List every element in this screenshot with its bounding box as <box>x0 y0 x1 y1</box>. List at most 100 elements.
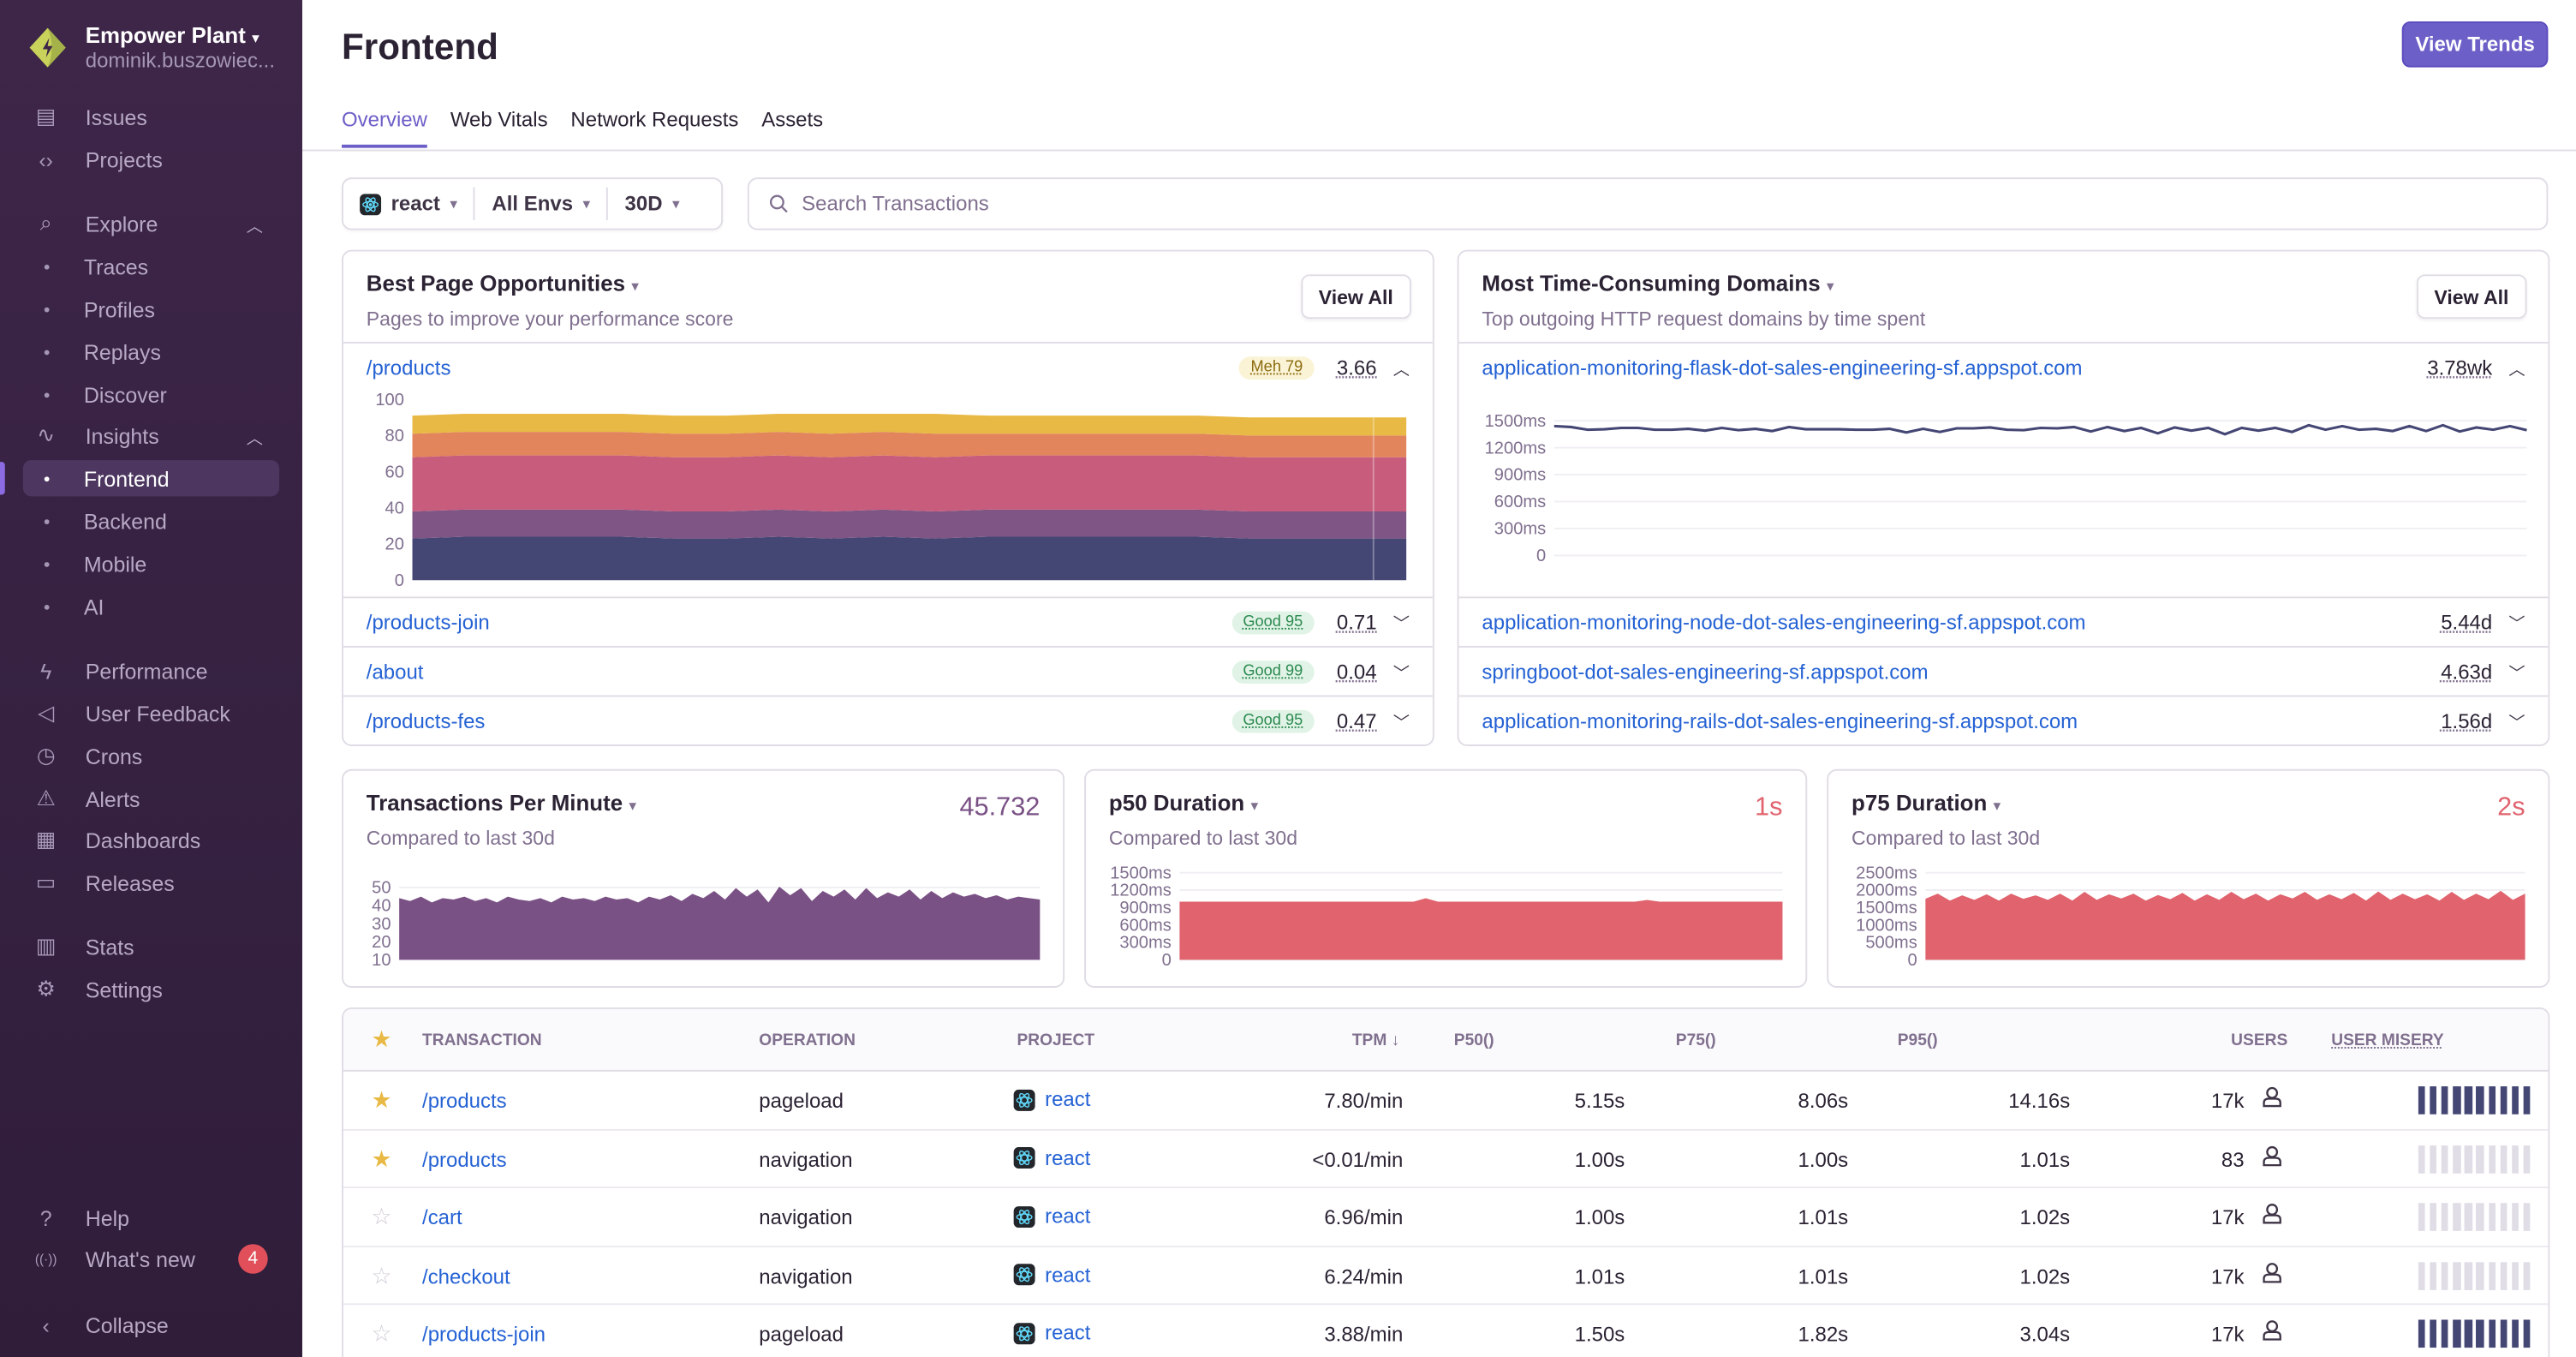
sidebar-item-traces[interactable]: Traces <box>23 248 279 284</box>
page-link[interactable]: /products <box>367 356 451 379</box>
transaction-link[interactable]: /products <box>422 1090 507 1113</box>
col-user-misery[interactable]: USER MISERY <box>2331 1032 2443 1050</box>
col-p75[interactable]: P75() <box>1676 1032 1716 1050</box>
star-filled-icon[interactable]: ★ <box>372 1086 392 1115</box>
project-selector[interactable]: react ▾ <box>343 179 474 229</box>
project-link[interactable]: react <box>1013 1321 1090 1344</box>
page-link[interactable]: /products-join <box>367 611 490 634</box>
view-trends-button[interactable]: View Trends <box>2401 21 2549 68</box>
misery-segment <box>2500 1086 2507 1115</box>
view-all-button[interactable]: View All <box>2416 274 2527 320</box>
sidebar-item-user-feedback[interactable]: ◁ User Feedback <box>23 695 279 731</box>
star-outline-icon[interactable]: ☆ <box>372 1261 392 1289</box>
page-link[interactable]: /products-fes <box>367 709 486 732</box>
col-tpm[interactable]: TPM ↓ <box>1352 1032 1399 1050</box>
col-transaction[interactable]: TRANSACTION <box>422 1032 542 1050</box>
sidebar-item-profiles[interactable]: Profiles <box>23 291 279 327</box>
project-link[interactable]: react <box>1013 1146 1090 1169</box>
sidebar-item-issues[interactable]: ▤ Issues <box>23 99 279 135</box>
chevron-up-icon[interactable]: ︿ <box>1393 355 1410 380</box>
score-badge: Meh 79 <box>1239 356 1315 380</box>
chevron-down-icon[interactable]: ▾ <box>629 797 636 813</box>
star-outline-icon[interactable]: ☆ <box>372 1319 392 1348</box>
sidebar-item-explore[interactable]: ⌕ Explore ︿ <box>23 206 279 242</box>
page-row[interactable]: /products-fes Good 95 0.47 ﹀ <box>343 695 1433 744</box>
transaction-link[interactable]: /cart <box>422 1206 462 1229</box>
page-row[interactable]: /products-join Good 95 0.71 ﹀ <box>343 596 1433 646</box>
sidebar-item-projects[interactable]: ‹› Projects <box>23 141 279 177</box>
transaction-link[interactable]: /products-join <box>422 1323 546 1346</box>
view-all-button[interactable]: View All <box>1300 274 1411 320</box>
domain-link[interactable]: application-monitoring-rails-dot-sales-e… <box>1482 709 2078 732</box>
domain-link[interactable]: application-monitoring-flask-dot-sales-e… <box>1482 356 2082 379</box>
sidebar-item-performance[interactable]: ϟ Performance <box>23 653 279 689</box>
star-filled-icon[interactable]: ★ <box>372 1145 392 1173</box>
sidebar-item-crons[interactable]: ◷ Crons <box>23 738 279 774</box>
project-link[interactable]: react <box>1013 1205 1090 1228</box>
sidebar-item-collapse[interactable]: ‹ Collapse <box>23 1306 279 1342</box>
sidebar-item-alerts[interactable]: ⚠ Alerts <box>23 780 279 816</box>
chevron-down-icon[interactable]: ▾ <box>1250 797 1258 813</box>
environment-selector[interactable]: All Envs ▾ <box>474 187 606 221</box>
chevron-down-icon[interactable]: ﹀ <box>1393 610 1410 634</box>
sidebar-item-backend[interactable]: Backend <box>23 503 279 539</box>
table-row[interactable]: ★ /products pageload react 7.80/min 5.15s 8.06… <box>343 1072 2549 1130</box>
chevron-down-icon[interactable]: ﹀ <box>2508 708 2525 733</box>
tab-assets[interactable]: Assets <box>761 109 823 148</box>
page-link[interactable]: /about <box>367 660 424 683</box>
sidebar-item-replays[interactable]: Replays <box>23 333 279 369</box>
page-row[interactable]: /about Good 99 0.04 ﹀ <box>343 645 1433 696</box>
notification-badge: 4 <box>238 1244 268 1274</box>
col-p50[interactable]: P50() <box>1454 1032 1494 1050</box>
user-misery-bar <box>2418 1261 2531 1289</box>
sidebar-item-frontend[interactable]: Frontend <box>22 460 280 497</box>
chevron-down-icon[interactable]: ﹀ <box>2508 610 2525 634</box>
domain-row[interactable]: application-monitoring-node-dot-sales-en… <box>1458 596 2549 646</box>
table-row[interactable]: ☆ /cart navigation react 6.96/min 1.00s 1.01s 1… <box>343 1188 2549 1247</box>
sidebar-item-mobile[interactable]: Mobile <box>23 546 279 582</box>
sidebar-item-dashboards[interactable]: ▦ Dashboards <box>23 822 279 858</box>
col-project[interactable]: PROJECT <box>1017 1032 1094 1050</box>
chevron-up-icon[interactable]: ︿ <box>247 212 263 236</box>
chevron-down-icon[interactable]: ﹀ <box>1393 708 1410 733</box>
transaction-link[interactable]: /checkout <box>422 1264 510 1288</box>
chevron-down-icon[interactable]: ▾ <box>1994 797 2001 813</box>
domain-row[interactable]: application-monitoring-rails-dot-sales-e… <box>1458 695 2549 744</box>
col-p95[interactable]: P95() <box>1898 1032 1938 1050</box>
chevron-up-icon[interactable]: ︿ <box>247 423 263 448</box>
domain-link[interactable]: springboot-dot-sales-engineering-sf.apps… <box>1482 660 1928 683</box>
tab-web-vitals[interactable]: Web Vitals <box>450 109 548 148</box>
table-row[interactable]: ☆ /products-join pageload react 3.88/min 1.50… <box>343 1305 2548 1357</box>
sidebar-item-what-s-new[interactable]: ((·)) What's new 4 <box>23 1240 279 1276</box>
period-selector[interactable]: 30D ▾ <box>606 187 695 221</box>
tab-overview[interactable]: Overview <box>342 109 427 148</box>
chevron-up-icon[interactable]: ︿ <box>2508 355 2525 380</box>
domain-row[interactable]: springboot-dot-sales-engineering-sf.apps… <box>1458 645 2549 696</box>
chevron-down-icon[interactable]: ▾ <box>1827 278 1834 294</box>
chevron-down-icon[interactable]: ▾ <box>631 278 639 294</box>
sidebar-item-releases[interactable]: ▭ Releases <box>23 864 279 900</box>
sidebar-item-discover[interactable]: Discover <box>23 376 279 412</box>
sidebar-item-ai[interactable]: AI <box>23 589 279 625</box>
project-link[interactable]: react <box>1013 1263 1090 1286</box>
domain-row[interactable]: application-monitoring-flask-dot-sales-e… <box>1458 342 2549 392</box>
star-outline-icon[interactable]: ☆ <box>372 1203 392 1231</box>
project-link[interactable]: react <box>1013 1088 1090 1111</box>
table-row[interactable]: ☆ /checkout navigation react 6.24/min 1.01s 1.… <box>343 1246 2549 1306</box>
chevron-down-icon[interactable]: ﹀ <box>1393 659 1410 684</box>
col-users[interactable]: USERS <box>2231 1032 2287 1050</box>
chevron-down-icon[interactable]: ﹀ <box>2508 659 2525 684</box>
col-operation[interactable]: OPERATION <box>759 1032 856 1050</box>
table-row[interactable]: ★ /products navigation react <0.01/min 1.00s 1… <box>343 1130 2549 1189</box>
bullet-icon <box>44 518 50 524</box>
org-switcher[interactable]: Empower Plant ▾ dominik.buszowiec... <box>27 23 275 72</box>
search-input[interactable]: Search Transactions <box>747 177 2549 230</box>
sidebar-item-help[interactable]: ? Help <box>23 1199 279 1235</box>
tab-network-requests[interactable]: Network Requests <box>570 109 738 148</box>
sidebar-item-settings[interactable]: ⚙ Settings <box>23 971 279 1007</box>
domain-link[interactable]: application-monitoring-node-dot-sales-en… <box>1482 611 2085 634</box>
sidebar-item-stats[interactable]: ▥ Stats <box>23 929 279 965</box>
transaction-link[interactable]: /products <box>422 1148 507 1171</box>
sidebar-item-insights[interactable]: ∿ Insights ︿ <box>23 417 279 453</box>
misery-segment <box>2488 1203 2496 1231</box>
